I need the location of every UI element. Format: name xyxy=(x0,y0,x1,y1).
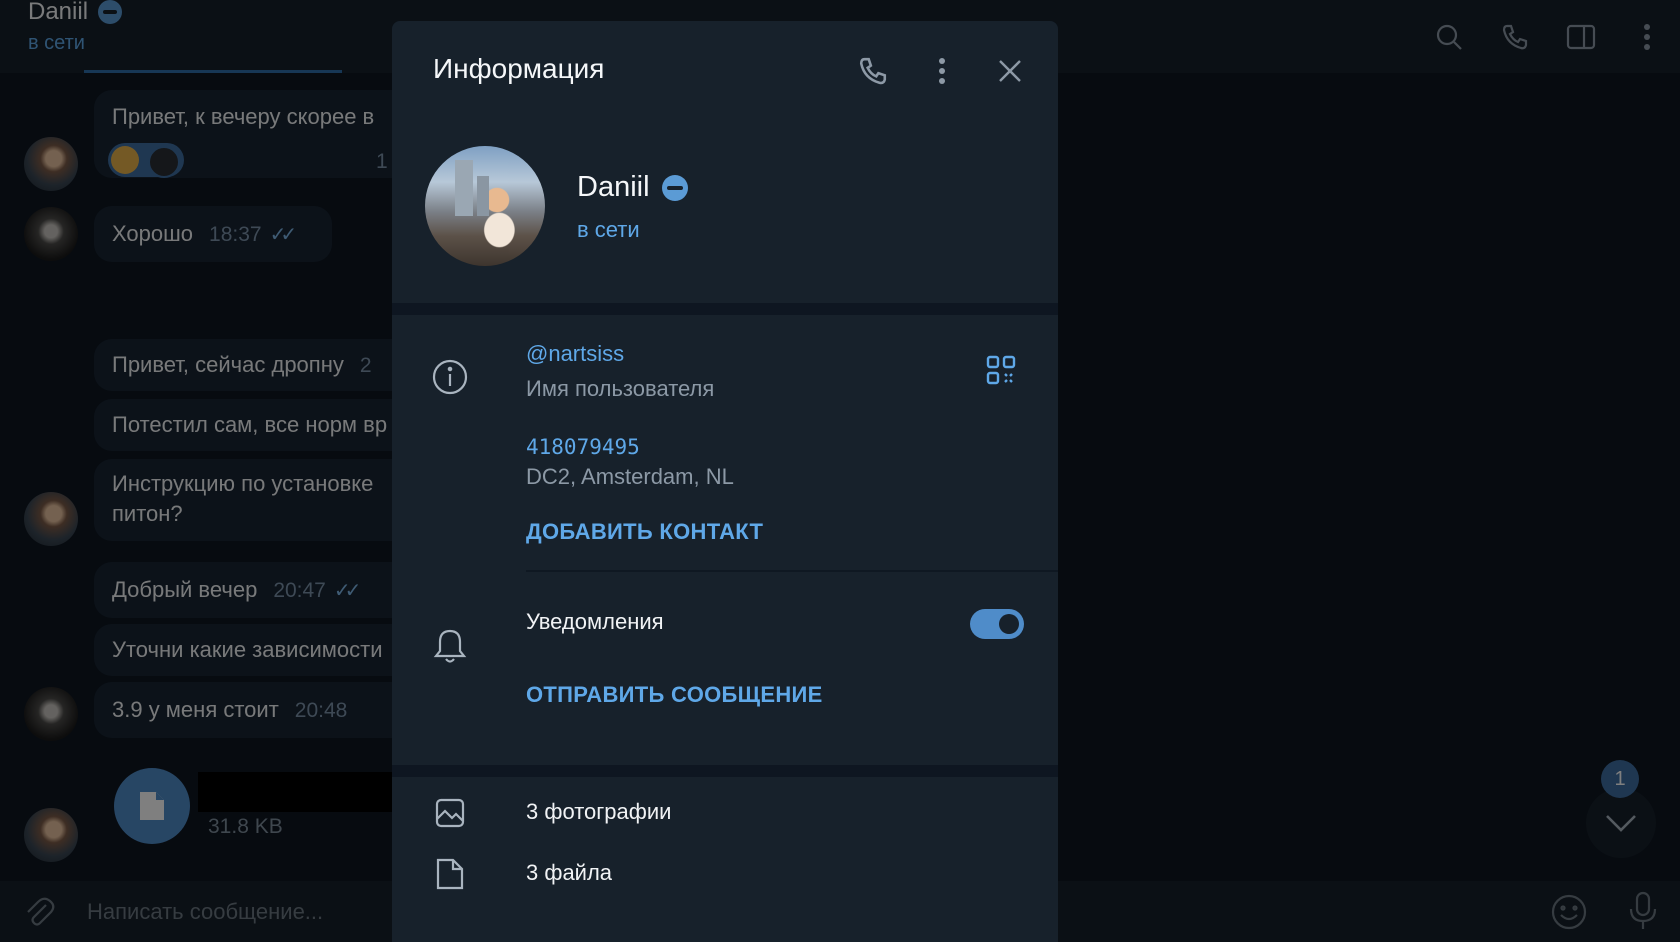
photos-link[interactable]: 3 фотографии xyxy=(526,799,671,825)
qr-code-icon[interactable] xyxy=(986,355,1016,390)
more-vertical-icon[interactable] xyxy=(922,51,962,91)
info-icon xyxy=(430,357,470,397)
media-section: 3 фотографии 3 файла xyxy=(392,777,1058,942)
blocked-badge-icon xyxy=(661,174,688,201)
files-link[interactable]: 3 файла xyxy=(526,860,612,886)
bell-icon xyxy=(430,626,470,666)
notifications-label: Уведомления xyxy=(526,609,664,634)
photo-icon xyxy=(430,793,470,833)
profile-status: в сети xyxy=(577,217,640,242)
notifications-toggle[interactable] xyxy=(970,609,1024,639)
toggle-knob xyxy=(999,614,1019,634)
file-icon xyxy=(430,854,470,894)
profile-name: Daniil xyxy=(577,171,688,204)
add-contact-button[interactable]: ДОБАВИТЬ КОНТАКТ xyxy=(526,519,763,545)
close-icon[interactable] xyxy=(990,51,1030,91)
info-section: @nartsiss Имя пользователя 418079495 DC2… xyxy=(392,315,1058,765)
user-info-panel: Информация Daniil в сети @nartsiss Имя п… xyxy=(392,21,1058,942)
profile-section: Информация Daniil в сети xyxy=(392,21,1058,303)
panel-title: Информация xyxy=(433,53,605,84)
call-icon[interactable] xyxy=(853,51,893,91)
profile-avatar[interactable] xyxy=(425,146,545,266)
profile-name-text: Daniil xyxy=(577,171,650,203)
datacenter-info: DC2, Amsterdam, NL xyxy=(526,464,734,489)
username-link[interactable]: @nartsiss xyxy=(526,341,624,367)
send-message-button[interactable]: ОТПРАВИТЬ СООБЩЕНИЕ xyxy=(526,682,823,708)
username-label: Имя пользователя xyxy=(526,376,715,401)
user-id[interactable]: 418079495 xyxy=(526,435,640,459)
divider xyxy=(526,570,1058,572)
